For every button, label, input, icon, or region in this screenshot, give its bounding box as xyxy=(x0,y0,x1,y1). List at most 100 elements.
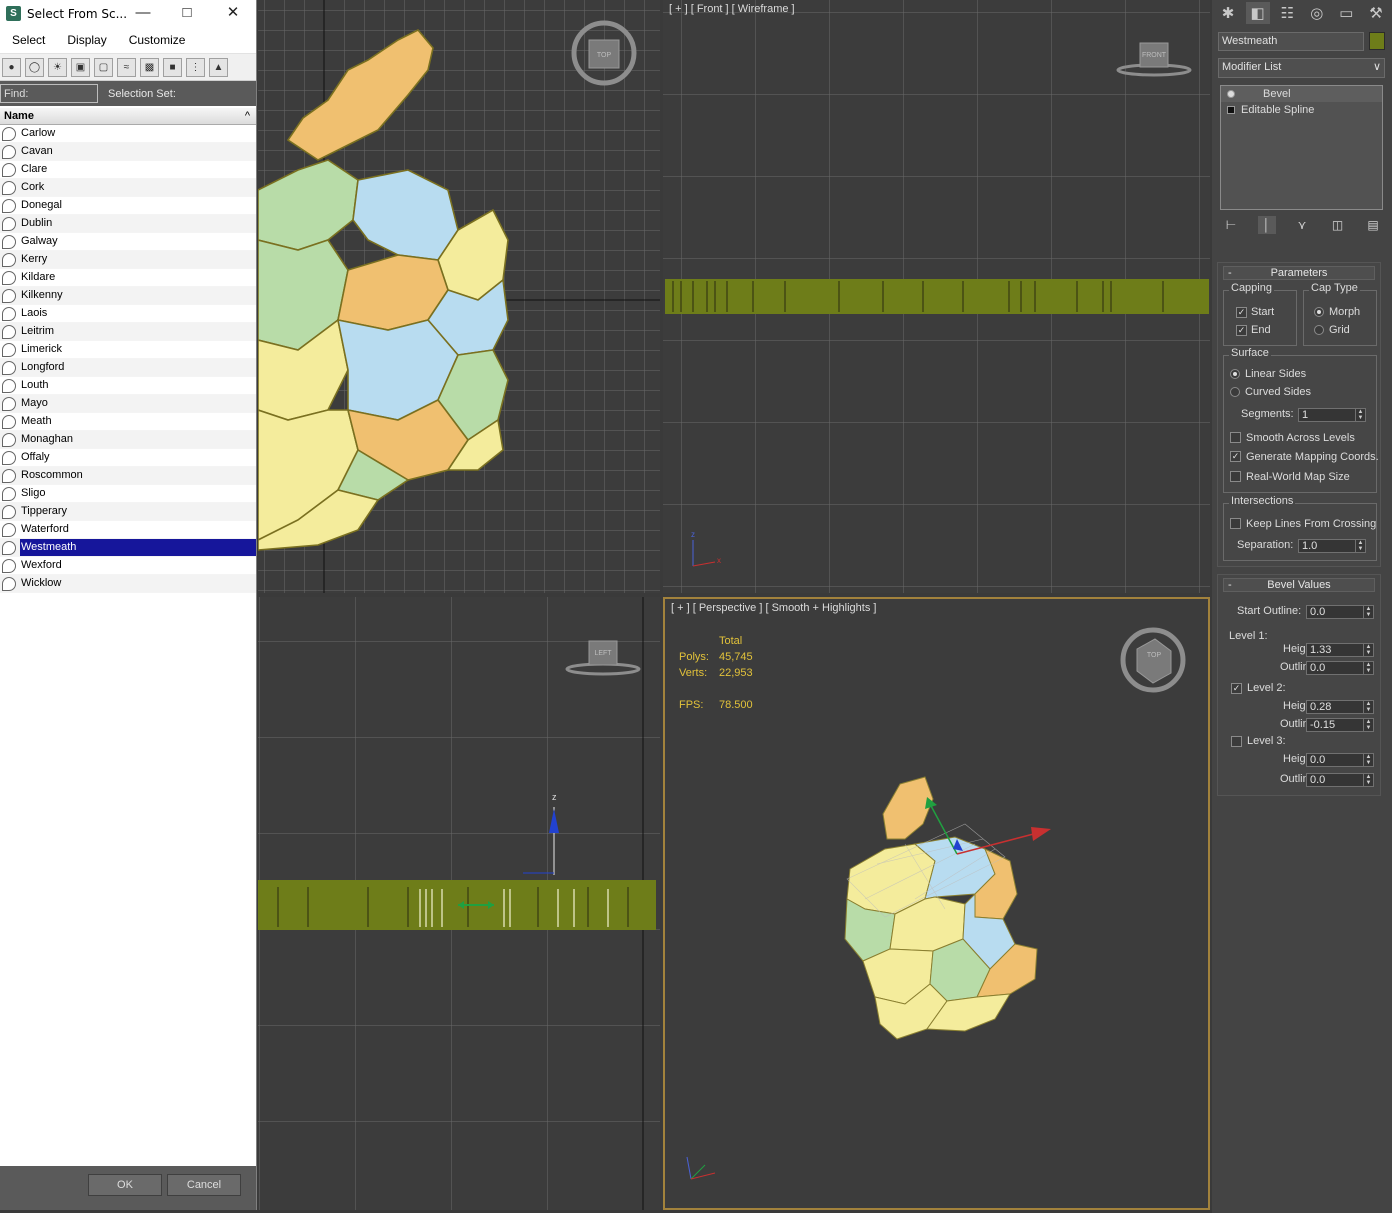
list-item[interactable]: Leitrim xyxy=(0,323,256,341)
make-unique-icon[interactable]: ⋎ xyxy=(1293,216,1311,234)
list-item[interactable]: Kilkenny xyxy=(0,287,256,305)
list-item[interactable]: Louth xyxy=(0,377,256,395)
lightbulb-icon[interactable] xyxy=(1227,90,1235,98)
level3-checkbox[interactable] xyxy=(1231,736,1242,747)
segments-spinner[interactable]: 1 ▲ ▼ xyxy=(1298,408,1366,422)
menu-display[interactable]: Display xyxy=(55,33,116,47)
display-geometry-icon[interactable]: ● xyxy=(2,57,21,77)
level2-checkbox[interactable]: ✓ xyxy=(1231,683,1242,694)
display-tab-icon[interactable]: ▭ xyxy=(1334,2,1358,24)
front-extrusion[interactable] xyxy=(665,279,1209,314)
list-item[interactable]: Mayo xyxy=(0,395,256,413)
minimize-icon[interactable]: — xyxy=(132,3,154,23)
expand-plus-icon[interactable] xyxy=(1227,106,1235,114)
stack-item-editable-spline[interactable]: Editable Spline xyxy=(1221,102,1382,118)
list-item[interactable]: Roscommon xyxy=(0,467,256,485)
list-item[interactable]: Offaly xyxy=(0,449,256,467)
list-item[interactable]: Dublin xyxy=(0,215,256,233)
list-item[interactable]: Longford xyxy=(0,359,256,377)
ok-button[interactable]: OK xyxy=(88,1174,162,1196)
show-end-result-icon[interactable]: │ xyxy=(1257,216,1276,234)
front-viewport-label[interactable]: [ + ] [ Front ] [ Wireframe ] xyxy=(669,3,795,15)
remove-modifier-icon[interactable]: ◫ xyxy=(1329,216,1347,234)
viewport-top[interactable]: TOP xyxy=(258,0,660,593)
list-item[interactable]: Carlow xyxy=(0,125,256,143)
cap-morph-radio[interactable] xyxy=(1314,307,1324,317)
display-helpers-icon[interactable]: ▢ xyxy=(94,57,113,77)
display-shapes-icon[interactable]: ◯ xyxy=(25,57,44,77)
display-containers-icon[interactable]: ▲ xyxy=(209,57,228,77)
create-tab-icon[interactable]: ✱ xyxy=(1216,2,1240,24)
viewport-front[interactable]: FRONT z x [ + ] [ Front ] [ Wireframe ] xyxy=(663,0,1210,593)
list-item[interactable]: Wicklow xyxy=(0,575,256,593)
modifier-list-dropdown[interactable]: Modifier List ∨ xyxy=(1218,58,1385,78)
pin-stack-icon[interactable]: ⊢ xyxy=(1222,216,1240,234)
bevel-values-rollout-header[interactable]: - Bevel Values xyxy=(1223,578,1375,592)
level3-outline-spinner[interactable]: 0.0 ▲ ▼ xyxy=(1306,773,1374,787)
viewport-left[interactable]: z LEFT xyxy=(258,597,660,1210)
cap-end-checkbox[interactable]: ✓ xyxy=(1236,325,1247,336)
stack-item-bevel[interactable]: Bevel xyxy=(1221,86,1382,102)
cap-grid-radio[interactable] xyxy=(1314,325,1324,335)
level1-height-spinner[interactable]: 1.33 ▲ ▼ xyxy=(1306,643,1374,657)
configure-modifier-sets-icon[interactable]: ▤ xyxy=(1364,216,1382,234)
list-item[interactable]: Kildare xyxy=(0,269,256,287)
smooth-across-levels-checkbox[interactable] xyxy=(1230,432,1241,443)
display-bones-icon[interactable]: ⋮ xyxy=(186,57,205,77)
maximize-icon[interactable]: □ xyxy=(176,3,198,23)
modify-tab-icon[interactable]: ◧ xyxy=(1245,2,1270,24)
separation-spinner[interactable]: 1.0 ▲ ▼ xyxy=(1298,539,1366,553)
utilities-tab-icon[interactable]: ⚒ xyxy=(1364,2,1388,24)
list-item-label: Galway xyxy=(21,235,58,247)
object-color-swatch[interactable] xyxy=(1369,32,1385,50)
list-item[interactable]: Limerick xyxy=(0,341,256,359)
display-lights-icon[interactable]: ☀ xyxy=(48,57,67,77)
list-item[interactable]: Tipperary xyxy=(0,503,256,521)
start-outline-spinner[interactable]: 0.0 ▲ ▼ xyxy=(1306,605,1374,619)
smooth-across-levels-label: Smooth Across Levels xyxy=(1246,432,1355,444)
display-groups-icon[interactable]: ▩ xyxy=(140,57,159,77)
motion-tab-icon[interactable]: ◎ xyxy=(1305,2,1329,24)
list-item[interactable]: Galway xyxy=(0,233,256,251)
list-item[interactable]: Wexford xyxy=(0,557,256,575)
keep-lines-label: Keep Lines From Crossing xyxy=(1246,518,1377,530)
list-item[interactable]: Cavan xyxy=(0,143,256,161)
level2-height-spinner[interactable]: 0.28 ▲ ▼ xyxy=(1306,700,1374,714)
level2-outline-spinner[interactable]: -0.15 ▲ ▼ xyxy=(1306,718,1374,732)
close-icon[interactable]: ✕ xyxy=(222,3,244,23)
perspective-viewport-label[interactable]: [ + ] [ Perspective ] [ Smooth + Highlig… xyxy=(671,602,876,614)
cap-start-checkbox[interactable]: ✓ xyxy=(1236,307,1247,318)
menu-customize[interactable]: Customize xyxy=(117,33,196,47)
list-item[interactable]: Cork xyxy=(0,179,256,197)
list-item[interactable]: Kerry xyxy=(0,251,256,269)
list-item[interactable]: Westmeath xyxy=(0,539,256,557)
level1-outline-spinner[interactable]: 0.0 ▲ ▼ xyxy=(1306,661,1374,675)
list-item[interactable]: Donegal xyxy=(0,197,256,215)
display-cameras-icon[interactable]: ▣ xyxy=(71,57,90,77)
display-spacewarps-icon[interactable]: ≈ xyxy=(117,57,136,77)
list-item[interactable]: Sligo xyxy=(0,485,256,503)
list-item[interactable]: Waterford xyxy=(0,521,256,539)
left-extrusion[interactable] xyxy=(258,880,656,930)
generate-mapping-checkbox[interactable]: ✓ xyxy=(1230,451,1241,462)
curved-sides-radio[interactable] xyxy=(1230,387,1240,397)
list-item[interactable]: Meath xyxy=(0,413,256,431)
keep-lines-checkbox[interactable] xyxy=(1230,518,1241,529)
hierarchy-tab-icon[interactable]: ☷ xyxy=(1275,2,1299,24)
dialog-titlebar[interactable]: S Select From Sc... — □ ✕ xyxy=(0,0,256,27)
linear-sides-radio[interactable] xyxy=(1230,369,1240,379)
front-viewport-canvas: FRONT z x xyxy=(663,0,1210,593)
level3-height-spinner[interactable]: 0.0 ▲ ▼ xyxy=(1306,753,1374,767)
list-item[interactable]: Laois xyxy=(0,305,256,323)
name-column-header[interactable]: Name ^ xyxy=(0,108,256,125)
object-name-field[interactable]: Westmeath xyxy=(1218,32,1364,51)
cancel-button[interactable]: Cancel xyxy=(167,1174,241,1196)
menu-select[interactable]: Select xyxy=(0,33,55,47)
selection-set-label[interactable]: Selection Set: xyxy=(108,88,176,100)
viewport-perspective[interactable]: TOP [ + ] [ Perspective ] [ Smooth + Hig… xyxy=(663,597,1210,1210)
list-item[interactable]: Monaghan xyxy=(0,431,256,449)
real-world-map-checkbox[interactable] xyxy=(1230,471,1241,482)
display-xrefs-icon[interactable]: ■ xyxy=(163,57,182,77)
parameters-rollout-header[interactable]: - Parameters xyxy=(1223,266,1375,280)
list-item[interactable]: Clare xyxy=(0,161,256,179)
